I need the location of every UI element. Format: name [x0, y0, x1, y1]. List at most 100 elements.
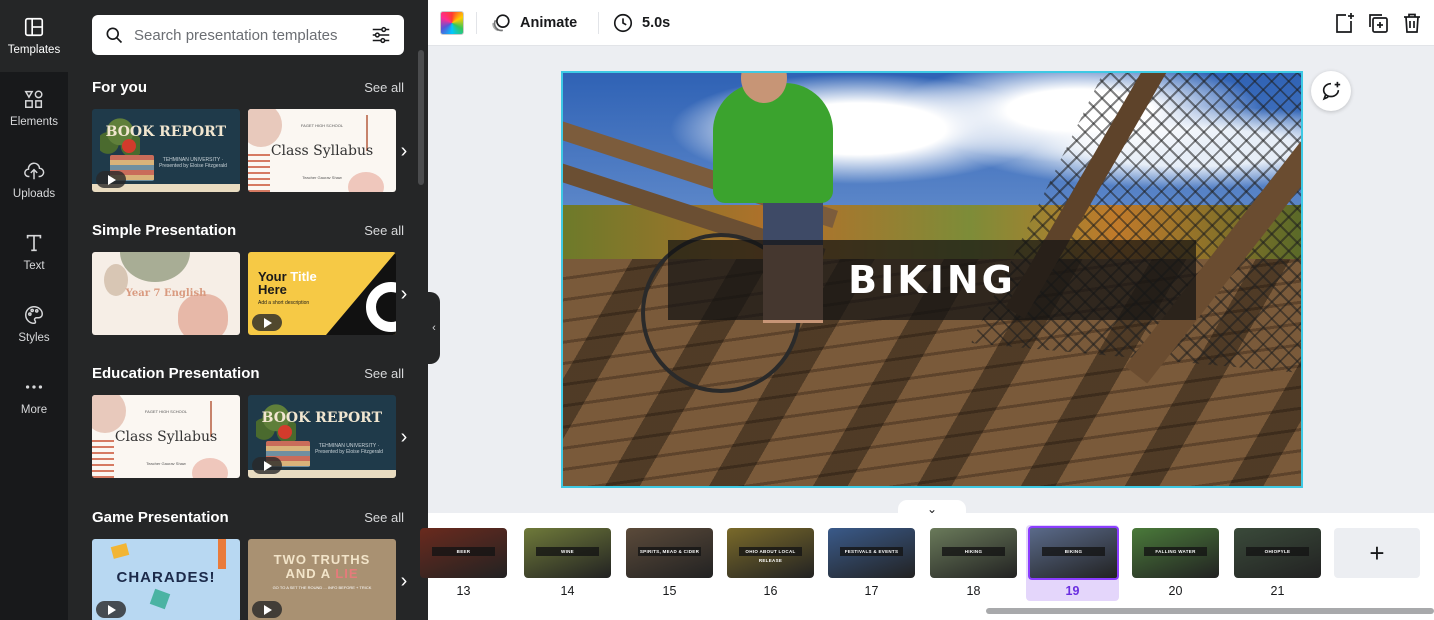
play-icon — [252, 601, 282, 618]
thumbnail-title: CHARADES! — [116, 569, 216, 586]
thumbnail-title: BOOK REPORT — [105, 124, 226, 140]
template-thumbnail[interactable]: Your Title Here Add a short description — [248, 252, 396, 335]
add-comment-button[interactable] — [1311, 71, 1351, 111]
rail-item-styles[interactable]: Styles — [0, 288, 68, 360]
template-thumbnail[interactable]: TWO TRUTHS AND A LIE GO TO A SET THE ROUN… — [248, 539, 396, 620]
filmstrip-scrollbar[interactable] — [986, 608, 1434, 614]
delete-icon[interactable] — [1400, 11, 1424, 35]
page-thumbnail[interactable]: FESTIVALS & EVENTS — [828, 528, 915, 578]
decor-stripes — [248, 154, 270, 192]
template-thumbnail[interactable]: FAGET HIGH SCHOOL Class Syllabus Teacher… — [248, 109, 396, 192]
apple-illustration — [122, 139, 136, 153]
template-thumbnail[interactable]: CHARADES! — [92, 539, 240, 620]
decor-confetti — [218, 539, 226, 569]
page-number: 21 — [1270, 584, 1285, 598]
rail-item-text[interactable]: Text — [0, 216, 68, 288]
page-thumbnail[interactable]: FALLING WATER — [1132, 528, 1219, 578]
template-thumbnail[interactable]: BOOK REPORT TEHMINAN UNIVERSITY · Presen… — [248, 395, 396, 478]
animate-icon — [492, 14, 510, 32]
slide-title[interactable]: BIKING — [848, 258, 1016, 302]
elements-icon — [24, 90, 43, 108]
animate-label: Animate — [520, 15, 578, 31]
section-education-presentation: Education Presentation See all FAGET HIG… — [92, 362, 407, 478]
rail-item-uploads[interactable]: Uploads — [0, 144, 68, 216]
page-thumbnail[interactable]: BIKING — [1028, 526, 1119, 580]
thumbnail-header: FAGET HIGH SCHOOL — [300, 123, 344, 128]
section-for-you: For you See all BOOK REPORT TEHMINAN UNI… — [92, 76, 407, 192]
collapse-panel-button[interactable]: ‹ — [428, 292, 440, 364]
page-thumbnail-title: FESTIVALS & EVENTS — [840, 547, 903, 556]
page-thumbnail-title: OHIOPYLE — [1246, 547, 1309, 556]
page-number: 15 — [662, 584, 677, 598]
comment-add-icon — [1322, 81, 1341, 101]
page-thumbnail-title: WINE — [536, 547, 599, 556]
page-thumbnail[interactable]: HIKING — [930, 528, 1017, 578]
rail-item-more[interactable]: More — [0, 360, 68, 432]
see-all-link[interactable]: See all — [364, 80, 404, 95]
see-all-link[interactable]: See all — [364, 510, 404, 525]
thumbnail-subtitle: TEHMINAN UNIVERSITY · Presented by Elois… — [315, 443, 383, 455]
animate-button[interactable]: Animate — [490, 10, 577, 36]
thumbnail-title: TWO TRUTHS AND A LIE — [248, 553, 396, 581]
more-icon — [25, 385, 43, 389]
color-swatch-icon[interactable] — [440, 11, 464, 35]
rail-item-templates[interactable]: Templates — [0, 0, 68, 72]
title-word-highlight: Title — [290, 269, 317, 284]
page-thumbnail[interactable]: BEER — [420, 528, 507, 578]
search-icon — [106, 27, 123, 44]
page-thumbnail[interactable]: OHIO ABOUT LOCAL RELEASE — [727, 528, 814, 578]
rail-label-templates: Templates — [7, 44, 61, 56]
add-page-button[interactable]: + — [1334, 528, 1420, 578]
section-title: Simple Presentation — [92, 221, 237, 239]
section-simple-presentation: Simple Presentation See all Year 7 Engli… — [92, 219, 407, 335]
section-title: For you — [92, 78, 147, 96]
thumbnail-subtitle: TEHMINAN UNIVERSITY · Presented by Elois… — [159, 157, 227, 169]
page-thumbnail[interactable]: OHIOPYLE — [1234, 528, 1321, 578]
page-thumbnail[interactable]: SPIRITS, MEAD & CIDER — [626, 528, 713, 578]
templates-icon — [24, 17, 44, 37]
slide-canvas[interactable]: BIKING — [561, 71, 1303, 488]
chevron-right-icon[interactable]: › — [394, 282, 414, 306]
title-word-highlight: LIE — [335, 566, 359, 581]
search-input[interactable] — [134, 26, 370, 44]
chevron-left-icon: ‹ — [432, 322, 436, 334]
title-word: AND A — [285, 566, 336, 581]
decor-blob — [178, 294, 228, 335]
page-number: 14 — [560, 584, 575, 598]
page-thumbnail-title: OHIO ABOUT LOCAL RELEASE — [739, 547, 802, 563]
panel-scrollbar[interactable] — [418, 50, 424, 185]
chevron-right-icon[interactable]: › — [394, 425, 414, 449]
rail-label-styles: Styles — [18, 332, 50, 344]
thumbnail-header: FAGET HIGH SCHOOL — [144, 409, 188, 414]
page-thumbnail-title: BEER — [432, 547, 495, 556]
see-all-link[interactable]: See all — [364, 223, 404, 238]
thumbnail-title: Class Syllabus — [270, 143, 374, 159]
decor-stripes — [92, 440, 114, 478]
styles-icon — [25, 306, 43, 324]
uploads-icon — [24, 162, 45, 180]
rail-item-elements[interactable]: Elements — [0, 72, 68, 144]
decor-blob — [120, 252, 190, 282]
template-thumbnail[interactable]: FAGET HIGH SCHOOL Class Syllabus Teacher… — [92, 395, 240, 478]
chevron-right-icon[interactable]: › — [394, 139, 414, 163]
thumbnail-footer: Teacher Gaurav Shaw — [146, 461, 186, 466]
section-game-presentation: Game Presentation See all CHARADES! TWO … — [92, 506, 407, 620]
chevron-right-icon[interactable]: › — [394, 569, 414, 593]
timer-icon — [613, 13, 633, 33]
page-filmstrip: BEER 13 WINE 14 SPIRITS, MEAD & CIDER 15 OHIO … — [420, 513, 1434, 620]
play-icon — [252, 314, 282, 331]
page-number: 16 — [763, 584, 778, 598]
page-thumbnail-title: HIKING — [942, 547, 1005, 556]
slide-title-box[interactable]: BIKING — [668, 240, 1196, 320]
duration-label: 5.0s — [642, 15, 671, 31]
page-number: 20 — [1168, 584, 1183, 598]
duplicate-page-icon[interactable] — [1366, 11, 1390, 35]
template-thumbnail[interactable]: BOOK REPORT TEHMINAN UNIVERSITY · Presen… — [92, 109, 240, 192]
add-page-icon[interactable] — [1332, 11, 1356, 35]
see-all-link[interactable]: See all — [364, 366, 404, 381]
duration-button[interactable]: 5.0s — [612, 10, 670, 36]
page-thumbnail[interactable]: WINE — [524, 528, 611, 578]
filter-icon[interactable] — [370, 24, 392, 46]
apple-illustration — [278, 425, 292, 439]
template-thumbnail[interactable]: Year 7 English — [92, 252, 240, 335]
